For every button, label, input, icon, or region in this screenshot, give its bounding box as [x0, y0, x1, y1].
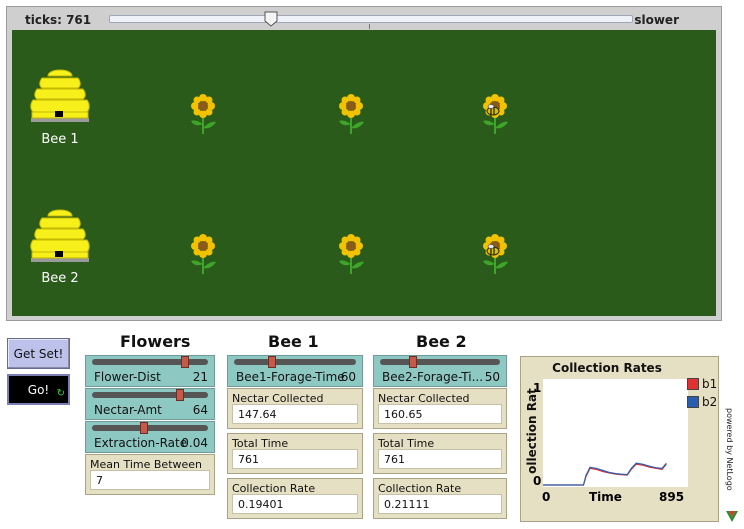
speed-label: slower [634, 13, 679, 27]
bee2-nectar-collected-monitor: Nectar Collected 160.65 [373, 388, 507, 429]
legend-swatch [687, 396, 699, 408]
flower-icon [191, 94, 216, 134]
section-title-bee-1: Bee 1 [268, 332, 319, 351]
slider-label: Bee1-Forage-Time [236, 370, 345, 384]
monitor-value: 0.19401 [232, 494, 358, 514]
monitor-value: 761 [378, 449, 502, 469]
bee-icon [486, 104, 500, 116]
hive-label-bee-2: Bee 2 [41, 271, 79, 286]
series-line-b1 [543, 463, 667, 486]
plot-y-tick-label: 0 [533, 474, 542, 488]
collection-rates-plot: Collection Rates ollection Rat 1 0 0 Tim… [520, 356, 719, 522]
slider-label: Nectar-Amt [94, 403, 162, 417]
extraction-rate-slider[interactable]: Extraction-Rate 0.04 [85, 421, 215, 453]
slider-track [92, 425, 208, 431]
get-set-button[interactable]: Get Set! [7, 338, 70, 369]
nectar-amt-slider[interactable]: Nectar-Amt 64 [85, 388, 215, 420]
slider-knob[interactable] [139, 422, 148, 434]
legend-label: b2 [702, 395, 718, 409]
bee2-forage-time-slider[interactable]: Bee2-Forage-Ti... 50 [373, 355, 507, 387]
legend-swatch [687, 378, 699, 390]
monitor-value: 761 [232, 449, 358, 469]
legend-entry-b1: b1 [687, 377, 717, 391]
netlogo-logo-icon[interactable] [725, 509, 739, 523]
go-button-label: Go! [27, 382, 50, 397]
bee1-forage-time-slider[interactable]: Bee1-Forage-Time 60 [227, 355, 363, 387]
monitor-value: 0.21111 [378, 494, 502, 514]
slider-track [234, 359, 356, 365]
bee1-nectar-collected-monitor: Nectar Collected 147.64 [227, 388, 363, 429]
section-title-bee-2: Bee 2 [416, 332, 467, 351]
powered-by-netlogo-text: powered by NetLogo [725, 408, 734, 491]
plot-title: Collection Rates [552, 361, 662, 375]
plot-x-axis-label: Time [589, 490, 622, 504]
slider-value: 64 [192, 403, 208, 417]
slider-label: Flower-Dist [94, 370, 161, 384]
beehive-icon [30, 209, 90, 262]
forever-icon: ↻ [56, 388, 65, 399]
slider-knob[interactable] [268, 356, 277, 368]
monitor-value: 160.65 [378, 404, 502, 424]
legend-label: b1 [702, 377, 718, 391]
monitor-value: 7 [90, 470, 210, 490]
bee2-collection-rate-monitor: Collection Rate 0.21111 [373, 478, 507, 519]
slider-knob[interactable] [409, 356, 418, 368]
slider-track [92, 359, 208, 365]
monitor-value: 147.64 [232, 404, 358, 424]
mean-time-between-monitor: Mean Time Between 7 [85, 454, 215, 495]
go-button[interactable]: Go! ↻ [7, 374, 70, 405]
world-view-frame: ticks: 761 slower Bee 1 Bee 2 [6, 6, 722, 321]
speed-slider[interactable] [109, 15, 633, 23]
plot-y-tick-label: 1 [533, 381, 542, 395]
plot-x-tick-label: 0 [542, 490, 551, 504]
bee-icon [486, 244, 500, 256]
slider-track [92, 392, 208, 398]
plot-area [543, 379, 688, 487]
legend-entry-b2: b2 [687, 395, 717, 409]
slider-label: Extraction-Rate [94, 436, 188, 450]
bee1-total-time-monitor: Total Time 761 [227, 433, 363, 474]
bee2-total-time-monitor: Total Time 761 [373, 433, 507, 474]
flower-icon [191, 234, 216, 274]
flower-dist-slider[interactable]: Flower-Dist 21 [85, 355, 215, 387]
hive-label-bee-1: Bee 1 [41, 132, 79, 147]
slider-knob[interactable] [180, 356, 189, 368]
world-canvas[interactable]: Bee 1 Bee 2 [12, 30, 716, 316]
section-title-flowers: Flowers [120, 332, 191, 351]
bee1-collection-rate-monitor: Collection Rate 0.19401 [227, 478, 363, 519]
flower-icon [339, 234, 364, 274]
slider-value: 50 [484, 370, 500, 384]
speed-slider-thumb[interactable] [264, 11, 278, 27]
plot-y-axis-label: ollection Rat [525, 388, 539, 474]
ticks-counter: ticks: 761 [25, 13, 92, 27]
beehive-icon [30, 69, 90, 122]
slider-value: 60 [340, 370, 356, 384]
slider-knob[interactable] [176, 389, 185, 401]
speed-slider-center-tick [369, 24, 370, 29]
flower-icon [339, 94, 364, 134]
slider-value: 0.04 [181, 436, 208, 450]
slider-value: 21 [192, 370, 208, 384]
slider-label: Bee2-Forage-Ti... [382, 370, 484, 384]
slider-track [380, 359, 500, 365]
plot-x-tick-label: 895 [659, 490, 685, 504]
